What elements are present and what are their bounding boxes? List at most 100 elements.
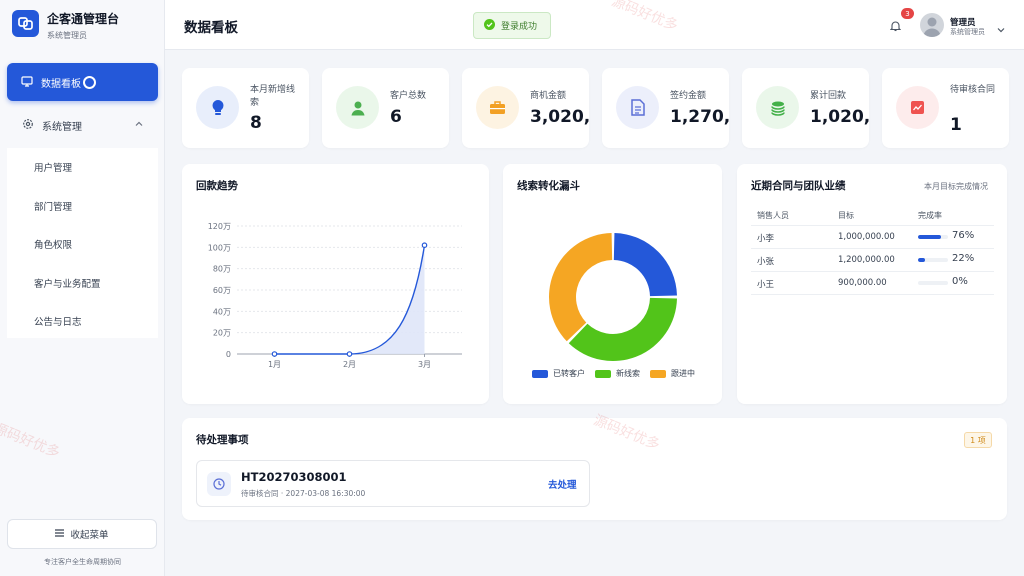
collapse-menu-button[interactable]: 收起菜单 <box>7 519 157 549</box>
panel-title: 待处理事项 <box>196 434 249 446</box>
progress-fill <box>918 235 941 239</box>
legend-swatch <box>532 369 548 378</box>
sidebar: 企客通管理台 系统管理员 数据看板 系统管理 用户管理 部门管理 角色权限 客户… <box>0 0 165 576</box>
completion-rate: 22% <box>952 253 975 264</box>
stat-label: 本月新增线索 <box>250 85 296 108</box>
sidebar-group-label: 系统管理 <box>42 121 82 133</box>
toast-message: 登录成功 <box>501 22 538 32</box>
table-cell: 小李 <box>757 234 775 244</box>
divider <box>751 271 994 272</box>
table-cell: 1,200,000.00 <box>838 255 895 265</box>
sidebar-item-users[interactable]: 用户管理 <box>7 148 158 187</box>
stat-label: 累计回款 <box>810 91 847 101</box>
pending-item-title: HT20270308001 <box>241 470 347 484</box>
pending-tasks-panel: 待处理事项 1 项 HT20270308001 待审核合同 · 2027-03-… <box>182 418 1007 520</box>
chart-icon <box>896 86 939 129</box>
handle-link[interactable]: 去处理 <box>548 477 577 491</box>
stat-card-new-leads: 本月新增线索 8 <box>182 68 309 148</box>
y-tick-label: 20万 <box>213 329 231 338</box>
sidebar-item-announcements[interactable]: 公告与日志 <box>7 302 158 341</box>
brand[interactable]: 企客通管理台 系统管理员 <box>12 10 119 40</box>
x-tick-label: 3月 <box>418 360 431 369</box>
legend-swatch <box>650 369 666 378</box>
pending-item[interactable]: HT20270308001 待审核合同 · 2027-03-08 16:30:0… <box>196 460 590 507</box>
legend-label: 跟进中 <box>671 369 695 378</box>
legend-item: 新线索 <box>595 368 640 379</box>
area-fill <box>274 245 425 354</box>
cursor-indicator <box>83 75 96 89</box>
coins-icon <box>756 86 799 129</box>
stat-value: 3,020,000 <box>530 107 589 127</box>
data-point <box>271 351 278 357</box>
column-header: 销售人员 <box>757 211 789 220</box>
table-cell: 1,000,000.00 <box>838 232 895 242</box>
divider <box>751 225 994 226</box>
panel-title: 近期合同与团队业绩 <box>751 180 846 192</box>
team-performance-panel: 近期合同与团队业绩 本月目标完成情况 销售人员 目标 完成率 小李 1,000,… <box>737 164 1007 404</box>
chevron-down-icon[interactable] <box>996 20 1006 39</box>
avatar[interactable] <box>920 13 944 37</box>
payment-trend-panel: 回款趋势 0 20万 40万 60万 80万 100万 120万 1月 2月 3月 <box>182 164 489 404</box>
sidebar-item-business-config[interactable]: 客户与业务配置 <box>7 264 158 303</box>
divider <box>751 248 994 249</box>
completion-rate: 76% <box>952 230 975 241</box>
legend-item: 已转客户 <box>532 368 585 379</box>
app-subtitle: 系统管理员 <box>47 31 87 40</box>
user-role: 系统管理员 <box>950 28 985 36</box>
stat-label: 待审核合同 <box>950 85 996 95</box>
stat-card-signed: 签约金额 1,270,000 <box>602 68 729 148</box>
divider <box>751 294 994 295</box>
table-cell: 小张 <box>757 257 775 267</box>
lead-funnel-chart <box>549 233 677 361</box>
stat-label: 签约金额 <box>670 91 707 101</box>
panel-note: 本月目标完成情况 <box>924 182 988 191</box>
sidebar-group-system[interactable]: 系统管理 <box>7 112 158 138</box>
clock-icon <box>207 472 231 496</box>
sidebar-item-label: 数据看板 <box>41 78 81 90</box>
stat-value: 1 <box>950 115 962 135</box>
bell-icon[interactable] <box>889 17 902 36</box>
sidebar-item-roles[interactable]: 角色权限 <box>7 225 158 264</box>
column-header: 目标 <box>838 211 854 220</box>
notification-badge: 3 <box>901 8 914 19</box>
payment-trend-chart: 0 20万 40万 60万 80万 100万 120万 1月 2月 3月 <box>208 222 462 369</box>
stat-card-opportunity: 商机金额 3,020,000 <box>462 68 589 148</box>
y-tick-label: 100万 <box>208 243 231 252</box>
legend-swatch <box>595 369 611 378</box>
lead-funnel-panel: 线索转化漏斗 已转客户 新线索 跟进中 <box>503 164 722 404</box>
y-tick-label: 40万 <box>213 307 231 316</box>
briefcase-icon <box>476 86 519 129</box>
stat-value: 6 <box>390 107 402 127</box>
donut-slice <box>568 297 677 361</box>
completion-rate: 0% <box>952 276 968 287</box>
top-header: 数据看板 登录成功 3 管理员 系统管理员 <box>165 0 1024 50</box>
donut-slice <box>613 233 677 297</box>
y-tick-label: 0 <box>226 350 231 359</box>
y-tick-label: 60万 <box>213 286 231 295</box>
success-toast: 登录成功 <box>473 12 551 39</box>
y-tick-label: 120万 <box>208 222 231 231</box>
legend-item: 跟进中 <box>650 368 695 379</box>
gear-icon <box>22 118 34 133</box>
collapse-menu-label: 收起菜单 <box>70 530 109 541</box>
pending-count-badge: 1 项 <box>964 432 992 448</box>
table-cell: 900,000.00 <box>838 278 887 288</box>
sidebar-footer: 专注客户全生命周期协同 <box>44 558 121 566</box>
data-point <box>346 351 353 357</box>
x-tick-label: 2月 <box>343 360 356 369</box>
progress-fill <box>918 258 925 262</box>
data-point <box>421 242 428 249</box>
sidebar-item-departments[interactable]: 部门管理 <box>7 187 158 226</box>
stat-value: 1,020,00 <box>810 107 869 127</box>
lightbulb-icon <box>196 86 239 129</box>
app-logo-icon <box>12 10 39 37</box>
donut-slice <box>549 233 613 342</box>
y-tick-label: 80万 <box>213 265 231 274</box>
chevron-up-icon <box>134 119 144 132</box>
menu-icon <box>55 528 65 540</box>
sidebar-item-dashboard[interactable]: 数据看板 <box>7 63 158 101</box>
stat-value: 8 <box>250 113 262 133</box>
stat-label: 客户总数 <box>390 91 427 101</box>
document-icon <box>616 86 659 129</box>
user-icon <box>336 86 379 129</box>
